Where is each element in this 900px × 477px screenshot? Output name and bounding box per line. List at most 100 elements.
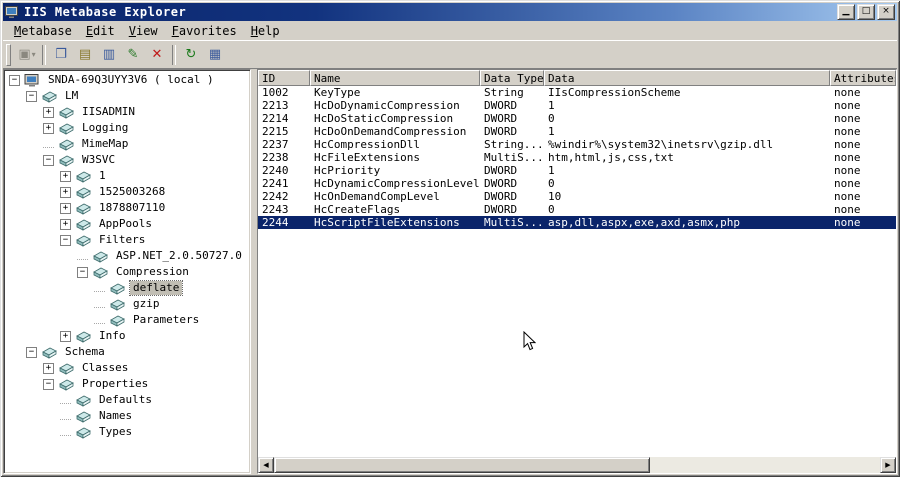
book-icon	[75, 410, 92, 423]
tree-item-compression[interactable]: − Compression	[6, 264, 250, 280]
menu-bar: Metabase Edit View Favorites Help	[3, 22, 897, 40]
tree-item-label: Defaults	[99, 393, 152, 406]
expand-plus-icon[interactable]: +	[60, 330, 71, 342]
tree-item-1878807110[interactable]: +1878807110	[6, 200, 250, 216]
delete-button[interactable]: ✕	[145, 44, 169, 66]
paste-button[interactable]: ▤	[73, 44, 97, 66]
column-header-id[interactable]: ID	[258, 70, 310, 86]
tree-item-label: Info	[99, 329, 126, 342]
close-button[interactable]: ×	[877, 4, 895, 20]
computer-icon	[24, 73, 41, 87]
tree-item-properties[interactable]: − Properties	[6, 376, 250, 392]
collapse-minus-icon[interactable]: −	[43, 378, 54, 390]
maximize-button[interactable]: □	[857, 4, 875, 20]
expand-plus-icon[interactable]: +	[43, 106, 54, 118]
column-header-name[interactable]: Name	[310, 70, 480, 86]
list-row-2238[interactable]: 2238 HcFileExtensions MultiS... htm,html,js…	[258, 151, 896, 164]
tree-view: − SNDA-69Q3UYY3V6 ( local ) − LM + IISADMIN + L…	[6, 72, 250, 440]
paste-icon: ▤	[78, 46, 92, 62]
tree-item-iisadmin[interactable]: + IISADMIN	[6, 104, 250, 120]
tree-item-gzip[interactable]: gzip	[6, 296, 250, 312]
expand-plus-icon[interactable]: +	[60, 186, 71, 198]
menu-favorites[interactable]: Favorites	[165, 23, 244, 40]
tree-item-schema[interactable]: − Schema	[6, 344, 250, 360]
horizontal-scrollbar[interactable]: ◀ ▶	[258, 457, 896, 473]
window-controls: ▁ □ ×	[835, 4, 895, 20]
book-icon	[75, 186, 92, 199]
network-button[interactable]: ▦	[203, 44, 227, 66]
book-icon	[58, 378, 75, 391]
list-row-2237[interactable]: 2237 HcCompressionDll String... %windir%\sy…	[258, 138, 896, 151]
tree-item-deflate[interactable]: deflate	[6, 280, 250, 296]
list-row-2241[interactable]: 2241 HcDynamicCompressionLevel DWORD 0 none	[258, 177, 896, 190]
cell-name: HcCreateFlags	[314, 203, 401, 216]
tree-item-types[interactable]: Types	[6, 424, 250, 440]
tree-item-mimemap[interactable]: MimeMap	[6, 136, 250, 152]
expand-plus-icon[interactable]: +	[60, 202, 71, 214]
collapse-minus-icon[interactable]: −	[26, 90, 37, 102]
column-header-attributes[interactable]: Attributes	[830, 70, 896, 86]
tree-item-snda-69q3uyy3v6-local[interactable]: − SNDA-69Q3UYY3V6 ( local )	[6, 72, 250, 88]
tree-item-apppools[interactable]: + AppPools	[6, 216, 250, 232]
scroll-right-button[interactable]: ▶	[880, 457, 896, 473]
expand-plus-icon[interactable]: +	[43, 362, 54, 374]
column-header-data-type[interactable]: Data Type	[480, 70, 544, 86]
collapse-minus-icon[interactable]: −	[43, 154, 54, 166]
tree-item-classes[interactable]: + Classes	[6, 360, 250, 376]
cell-attributes: none	[834, 138, 861, 151]
tree-item-logging[interactable]: + Logging	[6, 120, 250, 136]
list-row-2214[interactable]: 2214 HcDoStaticCompression DWORD 0 none	[258, 112, 896, 125]
collapse-minus-icon[interactable]: −	[60, 234, 71, 246]
expand-plus-icon[interactable]: +	[43, 122, 54, 134]
tree-connector	[60, 396, 71, 404]
list-row-2244[interactable]: 2244 HcScriptFileExtensions MultiS... asp,d…	[258, 216, 896, 229]
tree-item-1[interactable]: +1	[6, 168, 250, 184]
cell-name: HcScriptFileExtensions	[314, 216, 460, 229]
tree-item-w3svc[interactable]: − W3SVC	[6, 152, 250, 168]
copy-button[interactable]: ❐	[49, 44, 73, 66]
tree-item-lm[interactable]: − LM	[6, 88, 250, 104]
list-row-1002[interactable]: 1002 KeyType String IIsCompressionScheme non…	[258, 86, 896, 99]
title-bar[interactable]: IIS Metabase Explorer ▁ □ ×	[3, 3, 897, 21]
cell-id: 2213	[262, 99, 289, 112]
cell-type: DWORD	[484, 112, 518, 125]
tree-item-info[interactable]: + Info	[6, 328, 250, 344]
collapse-minus-icon[interactable]: −	[77, 266, 88, 278]
tree-item-filters[interactable]: − Filters	[6, 232, 250, 248]
connect-button[interactable]: ▣ ▾	[15, 44, 39, 66]
collapse-minus-icon[interactable]: −	[26, 346, 37, 358]
tree-item-names[interactable]: Names	[6, 408, 250, 424]
refresh-button[interactable]: ↻	[179, 44, 203, 66]
minimize-button[interactable]: ▁	[837, 4, 855, 20]
tree-item-label: LM	[65, 89, 79, 102]
list-row-2213[interactable]: 2213 HcDoDynamicCompression DWORD 1 none	[258, 99, 896, 112]
cell-attributes: none	[834, 86, 861, 99]
tree-item-1525003268[interactable]: +1525003268	[6, 184, 250, 200]
duplicate-button[interactable]: ▥	[97, 44, 121, 66]
tree-item-defaults[interactable]: Defaults	[6, 392, 250, 408]
scrollbar-thumb[interactable]	[274, 457, 650, 473]
edit-button[interactable]: ✎	[121, 44, 145, 66]
list-row-2242[interactable]: 2242 HcOnDemandCompLevel DWORD 10 none	[258, 190, 896, 203]
book-icon	[92, 250, 109, 263]
tree-item-label: Schema	[65, 345, 105, 358]
menu-view[interactable]: View	[122, 23, 165, 40]
scroll-left-button[interactable]: ◀	[258, 457, 274, 473]
expand-plus-icon[interactable]: +	[60, 218, 71, 230]
menu-metabase[interactable]: Metabase	[7, 23, 79, 40]
scrollbar-track[interactable]	[274, 457, 880, 473]
column-header-data[interactable]: Data	[544, 70, 830, 86]
toolbar-separator	[42, 44, 46, 65]
collapse-minus-icon[interactable]: −	[9, 74, 20, 86]
list-row-2240[interactable]: 2240 HcPriority DWORD 1 none	[258, 164, 896, 177]
tree-item-label: AppPools	[99, 217, 152, 230]
cell-id: 2244	[262, 216, 289, 229]
toolbar-grip[interactable]	[6, 43, 11, 66]
tree-item-parameters[interactable]: Parameters	[6, 312, 250, 328]
list-row-2215[interactable]: 2215 HcDoOnDemandCompression DWORD 1 none	[258, 125, 896, 138]
menu-edit[interactable]: Edit	[79, 23, 122, 40]
list-row-2243[interactable]: 2243 HcCreateFlags DWORD 0 none	[258, 203, 896, 216]
expand-plus-icon[interactable]: +	[60, 170, 71, 182]
menu-help[interactable]: Help	[244, 23, 287, 40]
tree-item-asp-net-2-0-50727-0[interactable]: ASP.NET_2.0.50727.0	[6, 248, 250, 264]
